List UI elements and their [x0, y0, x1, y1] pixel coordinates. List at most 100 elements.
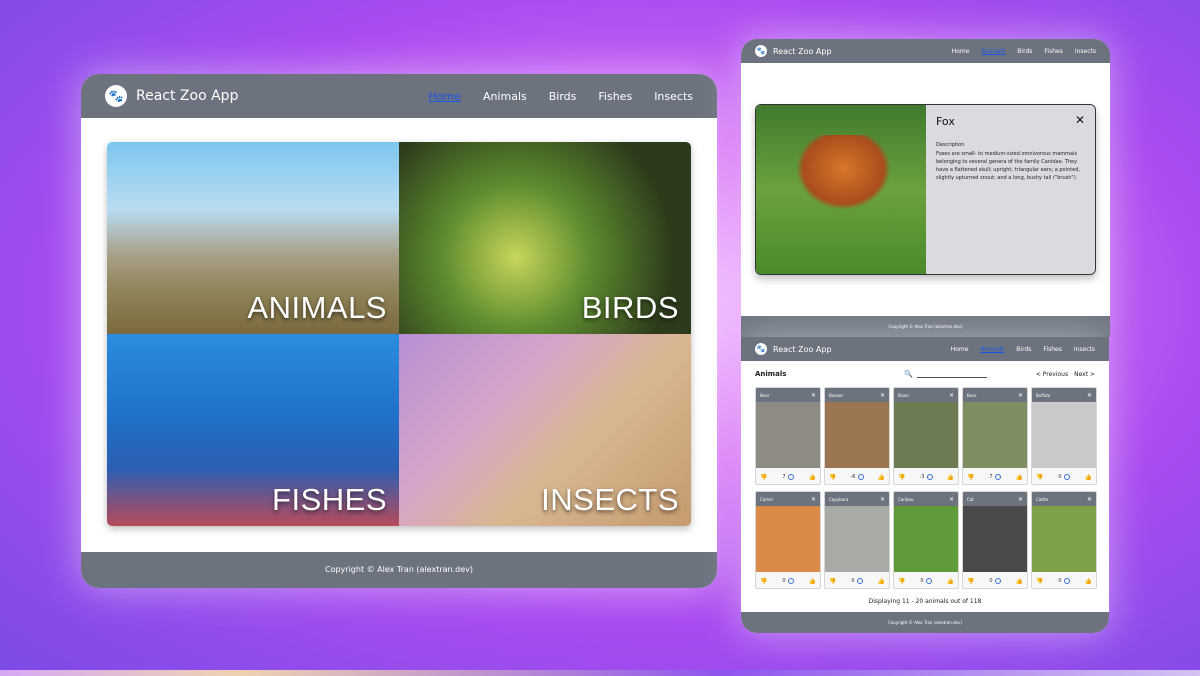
brand[interactable]: 🐾 React Zoo App: [755, 343, 832, 355]
close-icon[interactable]: ✕: [1087, 496, 1092, 503]
close-icon[interactable]: ✕: [811, 496, 816, 503]
thumbs-down-icon[interactable]: 👎: [898, 474, 905, 481]
animal-card-votes: 👎 -6 👍: [825, 468, 889, 484]
close-icon[interactable]: ✕: [880, 496, 885, 503]
thumbs-down-icon[interactable]: 👎: [967, 474, 974, 481]
animal-card[interactable]: Cat ✕ 👎 0 👍: [962, 491, 1028, 589]
animal-card-image: [756, 506, 820, 572]
vote-value: 0: [1058, 578, 1062, 584]
nav-animals[interactable]: Animals: [980, 346, 1004, 353]
animal-card-votes: 👎 0 👍: [1032, 572, 1096, 588]
nav-fishes[interactable]: Fishes: [1043, 346, 1061, 353]
close-icon[interactable]: ✕: [1075, 113, 1085, 127]
tile-insects[interactable]: INSECTS: [399, 334, 691, 526]
thumbs-down-icon[interactable]: 👎: [829, 578, 836, 585]
vote-count: 0: [1058, 474, 1070, 480]
smiley-icon: [994, 474, 1001, 480]
animal-card[interactable]: Bison ✕ 👎 -3 👍: [893, 387, 959, 485]
nav-animals[interactable]: Animals: [483, 90, 527, 103]
thumbs-down-icon[interactable]: 👎: [760, 474, 767, 481]
animal-card-name: Buffalo: [1036, 392, 1051, 398]
close-icon[interactable]: ✕: [949, 496, 954, 503]
animal-card[interactable]: Cattle ✕ 👎 0 👍: [1031, 491, 1097, 589]
thumbs-down-icon[interactable]: 👎: [898, 578, 905, 585]
thumbs-up-icon[interactable]: 👍: [1016, 578, 1023, 585]
thumbs-up-icon[interactable]: 👍: [878, 578, 885, 585]
animal-card-image: [756, 402, 820, 468]
smiley-icon: [787, 474, 794, 480]
animal-card-header: Bear ✕: [756, 388, 820, 402]
thumbs-down-icon[interactable]: 👎: [1036, 578, 1043, 585]
thumbs-up-icon[interactable]: 👍: [1085, 474, 1092, 481]
close-icon[interactable]: ✕: [1087, 392, 1092, 399]
list-window: 🐾 React Zoo App Home Animals Birds Fishe…: [741, 337, 1109, 633]
close-icon[interactable]: ✕: [811, 392, 816, 399]
animal-card[interactable]: Bear ✕ 👎 7 👍: [755, 387, 821, 485]
nav-fishes[interactable]: Fishes: [598, 90, 632, 103]
thumbs-up-icon[interactable]: 👍: [1016, 474, 1023, 481]
close-icon[interactable]: ✕: [1018, 392, 1023, 399]
thumbs-up-icon[interactable]: 👍: [1085, 578, 1092, 585]
nav-home[interactable]: Home: [952, 48, 970, 55]
animal-card-name: Bison: [898, 392, 909, 398]
animal-card-header: Bison ✕: [894, 388, 958, 402]
nav-birds[interactable]: Birds: [549, 90, 577, 103]
nav-fishes[interactable]: Fishes: [1044, 48, 1062, 55]
nav-links: Home Animals Birds Fishes Insects: [939, 346, 1095, 353]
thumbs-up-icon[interactable]: 👍: [809, 474, 816, 481]
smiley-icon: [856, 578, 863, 584]
animal-card[interactable]: Camel ✕ 👎 0 👍: [755, 491, 821, 589]
tile-fishes[interactable]: FISHES: [107, 334, 399, 526]
tile-birds-label: BIRDS: [581, 290, 679, 325]
animal-card-name: Beaver: [829, 392, 844, 398]
thumbs-up-icon[interactable]: 👍: [947, 578, 954, 585]
next-button[interactable]: Next >: [1074, 371, 1095, 378]
vote-value: 0: [989, 578, 993, 584]
thumbs-down-icon[interactable]: 👎: [760, 578, 767, 585]
animal-card[interactable]: Capybara ✕ 👎 0 👍: [824, 491, 890, 589]
nav-birds[interactable]: Birds: [1017, 48, 1032, 55]
vote-value: 0: [851, 578, 855, 584]
animal-card[interactable]: Boar ✕ 👎 7 👍: [962, 387, 1028, 485]
navbar: 🐾 React Zoo App Home Animals Birds Fishe…: [741, 337, 1109, 361]
smiley-icon: [1063, 474, 1070, 480]
nav-birds[interactable]: Birds: [1016, 346, 1031, 353]
nav-home[interactable]: Home: [951, 346, 969, 353]
brand[interactable]: 🐾 React Zoo App: [105, 85, 238, 107]
animal-card-image: [825, 402, 889, 468]
nav-home[interactable]: Home: [428, 90, 460, 103]
tile-birds[interactable]: BIRDS: [399, 142, 691, 334]
animal-card-image: [963, 402, 1027, 468]
brand[interactable]: 🐾 React Zoo App: [755, 45, 832, 57]
vote-value: 0: [1058, 474, 1062, 480]
nav-insects[interactable]: Insects: [1075, 48, 1096, 55]
thumbs-up-icon[interactable]: 👍: [947, 474, 954, 481]
animal-card-votes: 👎 0 👍: [756, 572, 820, 588]
close-icon[interactable]: ✕: [880, 392, 885, 399]
nav-insects[interactable]: Insects: [1074, 346, 1095, 353]
search-input[interactable]: [917, 370, 988, 378]
nav-animals[interactable]: Animals: [981, 48, 1005, 55]
animal-card[interactable]: Beaver ✕ 👎 -6 👍: [824, 387, 890, 485]
thumbs-up-icon[interactable]: 👍: [878, 474, 885, 481]
thumbs-down-icon[interactable]: 👎: [829, 474, 836, 481]
thumbs-down-icon[interactable]: 👎: [967, 578, 974, 585]
footer: Copyright © Alex Tran (alextran.dev): [741, 612, 1109, 633]
animal-card[interactable]: Caribou ✕ 👎 0 👍: [893, 491, 959, 589]
nav-links: Home Animals Birds Fishes Insects: [406, 90, 693, 103]
close-icon[interactable]: ✕: [1018, 496, 1023, 503]
animal-card-name: Bear: [760, 392, 770, 398]
thumbs-up-icon[interactable]: 👍: [809, 578, 816, 585]
tile-insects-label: INSECTS: [541, 482, 679, 517]
navbar: 🐾 React Zoo App Home Animals Birds Fishe…: [81, 74, 717, 118]
animal-cards: Bear ✕ 👎 7 👍 Beaver ✕ 👎 -6 👍 Bison ✕ 👎 -3 👍 Boar ✕ 👎 7 👍 Buf…: [741, 387, 1109, 589]
animal-card[interactable]: Buffalo ✕ 👎 0 👍: [1031, 387, 1097, 485]
close-icon[interactable]: ✕: [949, 392, 954, 399]
paw-icon: 🐾: [755, 45, 767, 57]
description-text: Foxes are small- to medium-sized omnivor…: [936, 151, 1080, 181]
detail-window: 🐾 React Zoo App Home Animals Birds Fishe…: [741, 39, 1110, 337]
thumbs-down-icon[interactable]: 👎: [1036, 474, 1043, 481]
previous-button[interactable]: < Previous: [1036, 371, 1068, 378]
tile-animals[interactable]: ANIMALS: [107, 142, 399, 334]
nav-insects[interactable]: Insects: [654, 90, 693, 103]
